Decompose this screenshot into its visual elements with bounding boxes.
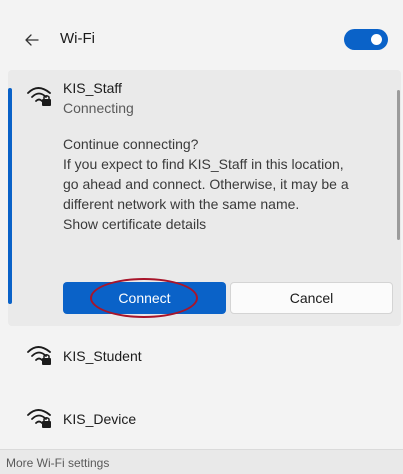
prompt-line: different network with the same name. — [63, 196, 300, 212]
network-item-kis-student[interactable]: KIS_Student — [0, 331, 395, 379]
back-arrow-icon[interactable] — [22, 30, 42, 50]
wifi-secured-icon — [26, 343, 54, 367]
network-item-kis-device[interactable]: KIS_Device — [0, 394, 395, 442]
wifi-toggle[interactable] — [344, 29, 388, 50]
prompt-line: If you expect to find KIS_Staff in this … — [63, 156, 344, 172]
toggle-knob — [371, 34, 382, 45]
footer: More Wi-Fi settings — [0, 449, 403, 474]
prompt-line: go ahead and connect. Otherwise, it may … — [63, 176, 349, 192]
wifi-secured-icon — [26, 406, 54, 430]
show-certificate-link[interactable]: Show certificate details — [63, 214, 349, 234]
scrollbar[interactable] — [397, 90, 400, 240]
wifi-secured-icon — [26, 84, 54, 108]
network-name: KIS_Staff — [63, 80, 122, 96]
connect-button[interactable]: Connect — [63, 282, 226, 314]
network-name: KIS_Student — [63, 348, 142, 364]
cancel-button[interactable]: Cancel — [230, 282, 393, 314]
wifi-header: Wi-Fi — [0, 22, 403, 58]
connect-prompt: Continue connecting? If you expect to fi… — [63, 134, 349, 234]
more-wifi-settings-link[interactable]: More Wi-Fi settings — [6, 456, 109, 470]
network-name: KIS_Device — [63, 411, 137, 427]
network-card-kis-staff: KIS_Staff Connecting Continue connecting… — [8, 70, 401, 326]
page-title: Wi-Fi — [60, 30, 95, 47]
network-status: Connecting — [63, 100, 134, 116]
selection-accent — [8, 88, 12, 304]
prompt-line: Continue connecting? — [63, 136, 199, 152]
